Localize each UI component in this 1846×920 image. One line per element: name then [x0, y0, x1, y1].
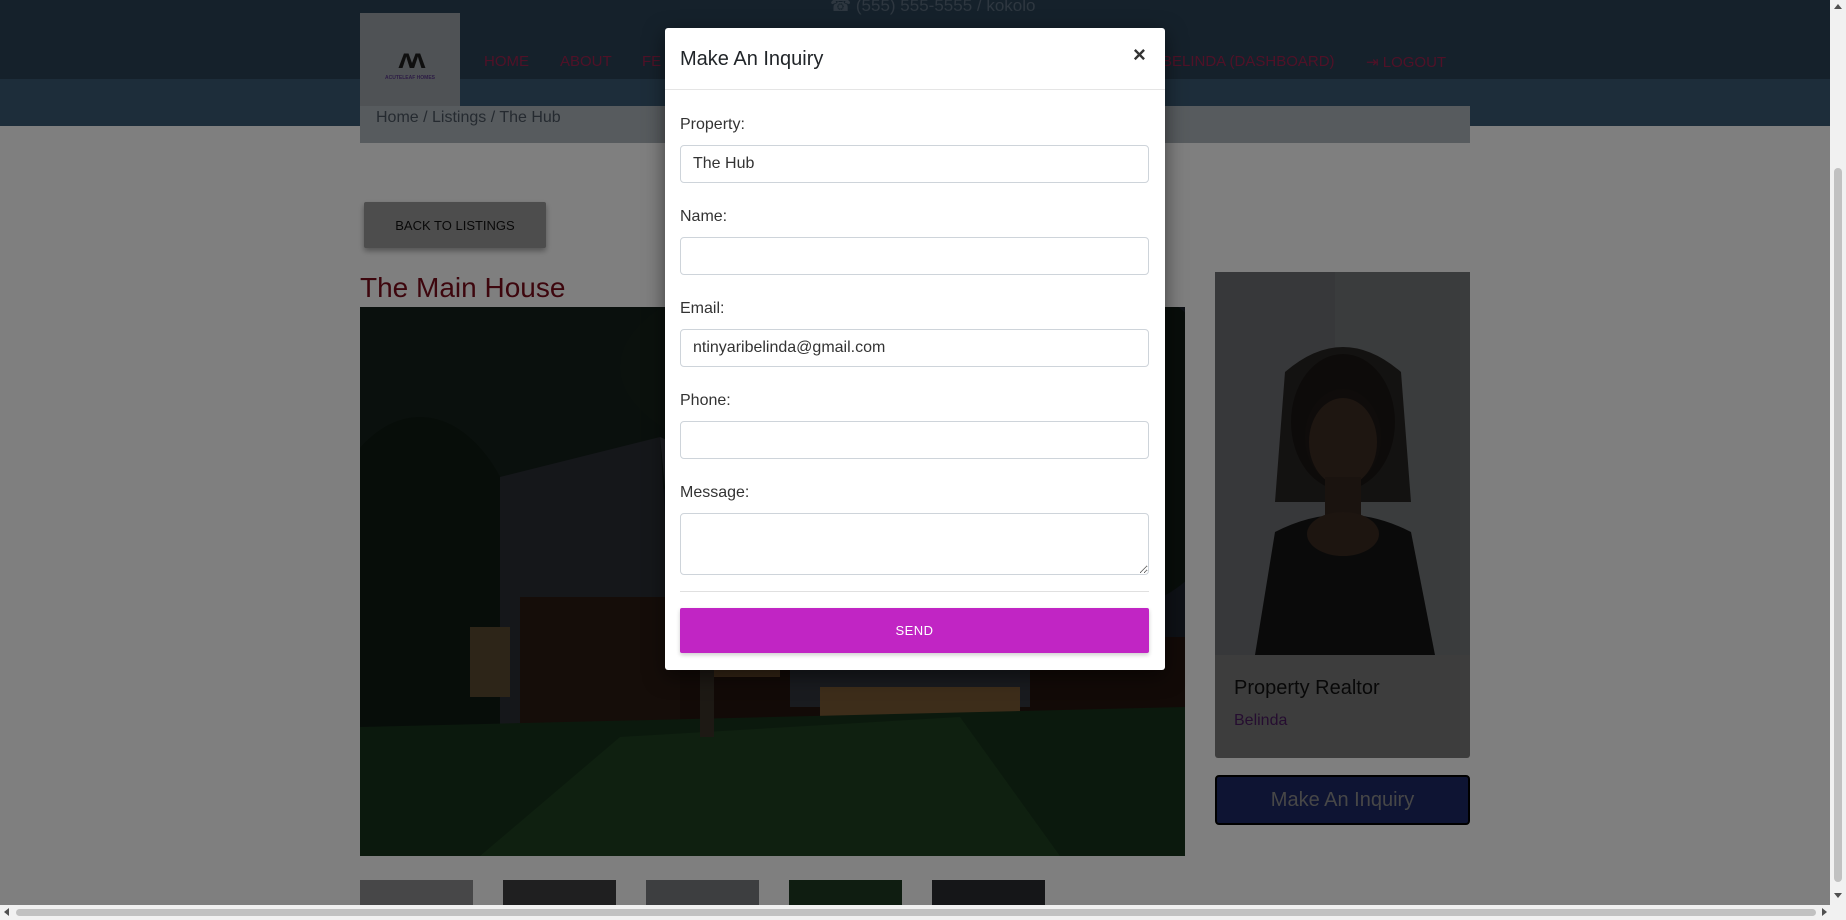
- horizontal-scrollbar[interactable]: [0, 905, 1846, 920]
- email-field[interactable]: [680, 329, 1149, 367]
- vertical-scroll-thumb[interactable]: [1834, 168, 1842, 882]
- modal-header: Make An Inquiry ×: [665, 28, 1165, 90]
- inquiry-modal: Make An Inquiry × Property: Name: Email:…: [665, 28, 1165, 670]
- message-label: Message:: [680, 484, 750, 501]
- modal-title: Make An Inquiry: [680, 48, 824, 70]
- phone-field[interactable]: [680, 421, 1149, 459]
- scroll-left-arrow-icon[interactable]: [4, 908, 9, 916]
- vertical-scrollbar[interactable]: [1830, 0, 1846, 905]
- horizontal-scroll-thumb[interactable]: [16, 909, 1816, 916]
- message-field[interactable]: [680, 513, 1149, 575]
- property-label: Property:: [680, 116, 745, 133]
- scroll-right-arrow-icon[interactable]: [1822, 908, 1827, 916]
- property-field[interactable]: [680, 145, 1149, 183]
- name-field[interactable]: [680, 237, 1149, 275]
- scroll-up-arrow-icon[interactable]: [1834, 4, 1842, 9]
- send-button[interactable]: SEND: [680, 608, 1149, 653]
- email-label: Email:: [680, 300, 725, 317]
- close-icon[interactable]: ×: [1133, 44, 1146, 66]
- phone-label: Phone:: [680, 392, 731, 409]
- name-label: Name:: [680, 208, 728, 225]
- modal-divider: [680, 591, 1149, 592]
- scroll-down-arrow-icon[interactable]: [1834, 893, 1842, 898]
